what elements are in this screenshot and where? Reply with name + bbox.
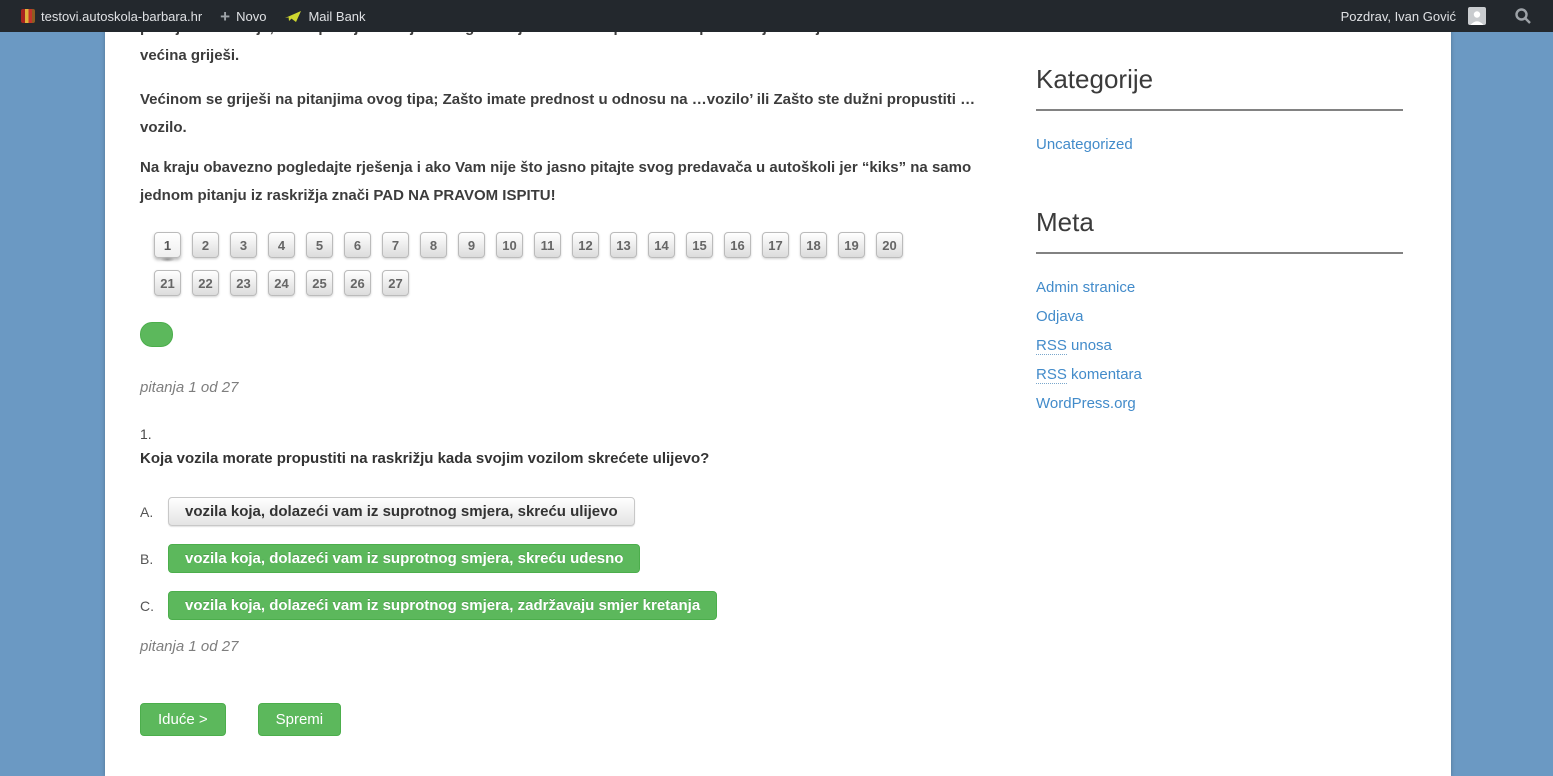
page-button-14[interactable]: 14 [648,232,675,258]
list-item: Uncategorized [1036,137,1403,153]
admin-bar-my-account[interactable]: Pozdrav, Ivan Gović [1332,0,1495,32]
meta-link-admin-stranice[interactable]: Admin stranice [1036,279,1135,296]
categories-divider [1036,109,1403,111]
admin-bar-greeting: Pozdrav, Ivan Gović [1341,9,1456,24]
page-container: pitanja iz raskrižja; to su pitanja na k… [105,0,1451,776]
meta-list: Admin stranice Odjava RSS unosa RSS komenta… [1036,280,1403,412]
page-button-26[interactable]: 26 [344,270,371,296]
page-button-22[interactable]: 22 [192,270,219,296]
page-button-15[interactable]: 15 [686,232,713,258]
page-button-19[interactable]: 19 [838,232,865,258]
page-button-5[interactable]: 5 [306,232,333,258]
avatar [1468,7,1486,25]
intro-paragraph-1-visible-line: većina griješi. [140,47,239,64]
meta-link-odjava[interactable]: Odjava [1036,308,1084,325]
page-button-8[interactable]: 8 [420,232,447,258]
page-button-17[interactable]: 17 [762,232,789,258]
meta-divider [1036,252,1403,254]
list-item: RSS komentara [1036,367,1403,383]
mail-bank-icon [284,10,302,23]
page-button-7[interactable]: 7 [382,232,409,258]
list-item: Odjava [1036,309,1403,325]
answer-letter: B. [140,551,168,567]
admin-bar-mail-bank[interactable]: Mail Bank [275,0,374,32]
question-pagination: 1234567891011121314151617181920212223242… [140,232,915,308]
page-button-12[interactable]: 12 [572,232,599,258]
sidebar: Kategorije Uncategorized Meta Admin stra… [1036,0,1403,736]
page-button-27[interactable]: 27 [382,270,409,296]
intro-paragraph-3: Na kraju obavezno pogledajte rješenja i … [140,154,978,210]
categories-list: Uncategorized [1036,137,1403,153]
plus-icon: + [220,8,230,25]
meta-link-rss-komentara[interactable]: RSS komentara [1036,366,1142,384]
page-button-21[interactable]: 21 [154,270,181,296]
page-button-23[interactable]: 23 [230,270,257,296]
page-button-11[interactable]: 11 [534,232,561,258]
page-button-9[interactable]: 9 [458,232,485,258]
abbr-rss: RSS [1036,366,1067,384]
intro-text: pitanja iz raskrižja; to su pitanja na k… [140,14,978,210]
category-link-uncategorized[interactable]: Uncategorized [1036,136,1133,153]
question-text: Koja vozila morate propustiti na raskriž… [140,450,978,467]
list-item: RSS unosa [1036,338,1403,354]
answer-button-B[interactable]: vozila koja, dolazeći vam iz suprotnog s… [168,544,640,573]
search-icon [1514,7,1532,25]
progress-label-top: pitanja 1 od 27 [140,379,978,396]
page-button-24[interactable]: 24 [268,270,295,296]
page-layout: pitanja iz raskrižja; to su pitanja na k… [105,0,1451,776]
abbr-rss: RSS [1036,337,1067,355]
admin-bar-site-name: testovi.autoskola-barbara.hr [41,9,202,24]
meta-link-wordpress-org[interactable]: WordPress.org [1036,395,1136,412]
main-content: pitanja iz raskrižja; to su pitanja na k… [140,0,978,736]
page-button-25[interactable]: 25 [306,270,333,296]
answers-list: A.vozila koja, dolazeći vam iz suprotnog… [140,497,978,620]
page-button-6[interactable]: 6 [344,232,371,258]
meta-link-rss-unosa[interactable]: RSS unosa [1036,337,1112,355]
list-item: Admin stranice [1036,280,1403,296]
admin-bar-mail-bank-label: Mail Bank [308,9,365,24]
page-button-3[interactable]: 3 [230,232,257,258]
meta-title: Meta [1036,207,1403,238]
answer-letter: C. [140,598,168,614]
categories-title: Kategorije [1036,64,1403,95]
answer-row-A: A.vozila koja, dolazeći vam iz suprotnog… [140,497,978,526]
site-favicon-icon [21,9,35,23]
wp-admin-bar: testovi.autoskola-barbara.hr + Novo Mail… [0,0,1553,32]
page-button-10[interactable]: 10 [496,232,523,258]
page-button-13[interactable]: 13 [610,232,637,258]
admin-bar-new-label: Novo [236,9,266,24]
question-number: 1. [140,426,978,442]
page-button-18[interactable]: 18 [800,232,827,258]
progress-pill [140,322,173,347]
answer-button-C[interactable]: vozila koja, dolazeći vam iz suprotnog s… [168,591,717,620]
answer-row-B: B.vozila koja, dolazeći vam iz suprotnog… [140,544,978,573]
intro-paragraph-2: Većinom se griješi na pitanjima ovog tip… [140,86,978,142]
page-button-2[interactable]: 2 [192,232,219,258]
admin-bar-search[interactable] [1495,0,1541,32]
list-item: WordPress.org [1036,396,1403,412]
page-button-16[interactable]: 16 [724,232,751,258]
answer-button-A[interactable]: vozila koja, dolazeći vam iz suprotnog s… [168,497,635,526]
page-button-1[interactable]: 1 [154,232,181,258]
page-button-4[interactable]: 4 [268,232,295,258]
meta-widget: Meta Admin stranice Odjava RSS unosa RSS ko… [1036,207,1403,412]
page-button-20[interactable]: 20 [876,232,903,258]
admin-bar-new-menu[interactable]: + Novo [211,0,275,32]
progress-label-bottom: pitanja 1 od 27 [140,638,978,655]
admin-bar-site-menu[interactable]: testovi.autoskola-barbara.hr [12,0,211,32]
categories-widget: Kategorije Uncategorized [1036,64,1403,153]
answer-row-C: C.vozila koja, dolazeći vam iz suprotnog… [140,591,978,620]
answer-letter: A. [140,504,168,520]
